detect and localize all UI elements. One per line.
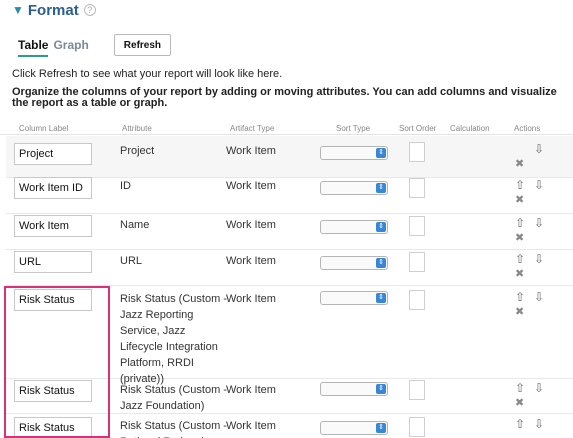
table-row: Project Work Item ⇕ ⇩ ✖ bbox=[6, 136, 573, 178]
attribute-value: Risk Status (Custom - Rational Rational bbox=[120, 420, 227, 438]
section-title: Format bbox=[27, 1, 79, 19]
delete-x-icon[interactable]: ✖ bbox=[515, 268, 524, 280]
artifact-type-value: Work Item bbox=[226, 180, 276, 192]
table-row: Name Work Item ⇕ ⇧ ⇩ ✖ bbox=[6, 214, 573, 250]
delete-x-icon[interactable]: ✖ bbox=[515, 397, 524, 409]
info-text: Click Refresh to see what your report wi… bbox=[12, 68, 283, 80]
down-arrow-icon[interactable]: ⇩ bbox=[534, 179, 544, 191]
sort-type-select[interactable]: ⇕ bbox=[320, 181, 388, 195]
column-header-sort-order: Sort Order bbox=[399, 124, 437, 133]
sort-order-input[interactable] bbox=[409, 252, 425, 272]
column-label-input[interactable] bbox=[14, 251, 92, 273]
sort-type-select[interactable]: ⇕ bbox=[320, 146, 388, 160]
column-header-calculation: Calculation bbox=[450, 124, 490, 133]
column-header-attribute: Attribute bbox=[122, 124, 152, 133]
column-header-artifact-type: Artifact Type bbox=[230, 124, 275, 133]
attribute-value: Risk Status (Custom - Jazz Foundation) bbox=[120, 384, 227, 412]
up-arrow-icon[interactable]: ⇧ bbox=[515, 382, 525, 394]
artifact-type-value: Work Item bbox=[226, 255, 276, 267]
sort-type-select[interactable]: ⇕ bbox=[320, 291, 388, 305]
up-arrow-icon[interactable]: ⇧ bbox=[515, 418, 525, 430]
down-arrow-icon[interactable]: ⇩ bbox=[534, 217, 544, 229]
column-label-input[interactable] bbox=[14, 177, 92, 199]
sort-order-input[interactable] bbox=[409, 142, 425, 162]
column-header-actions: Actions bbox=[514, 124, 541, 133]
view-tabs: Table Graph Refresh bbox=[18, 34, 172, 57]
select-chevron-icon: ⇕ bbox=[376, 384, 386, 394]
attribute-value: Risk Status (Custom - Jazz Reporting Ser… bbox=[120, 293, 227, 385]
select-chevron-icon: ⇕ bbox=[376, 222, 386, 232]
sort-type-select[interactable]: ⇕ bbox=[320, 382, 388, 396]
column-header-sort-type: Sort Type bbox=[336, 124, 371, 133]
help-icon[interactable]: ? bbox=[83, 4, 96, 16]
sort-type-select[interactable]: ⇕ bbox=[320, 421, 388, 435]
attribute-value: ID bbox=[120, 180, 131, 192]
down-arrow-icon[interactable]: ⇩ bbox=[534, 143, 544, 155]
sort-order-input[interactable] bbox=[409, 380, 425, 400]
select-chevron-icon: ⇕ bbox=[376, 148, 386, 158]
format-section-header[interactable]: ▼ Format ? bbox=[12, 0, 96, 20]
sort-order-input[interactable] bbox=[409, 417, 425, 437]
table-row: ID Work Item ⇕ ⇧ ⇩ ✖ bbox=[6, 177, 573, 214]
artifact-type-value: Work Item bbox=[226, 420, 276, 432]
attribute-value: URL bbox=[120, 255, 143, 267]
up-arrow-icon[interactable]: ⇧ bbox=[515, 217, 525, 229]
select-chevron-icon: ⇕ bbox=[376, 423, 386, 433]
down-arrow-icon[interactable]: ⇩ bbox=[534, 253, 544, 265]
refresh-button[interactable]: Refresh bbox=[113, 34, 172, 56]
triangle-down-icon[interactable]: ▼ bbox=[12, 3, 24, 17]
instructions-text: Organize the columns of your report by a… bbox=[12, 86, 557, 109]
down-arrow-icon[interactable]: ⇩ bbox=[534, 382, 544, 394]
down-arrow-icon[interactable]: ⇩ bbox=[534, 291, 544, 303]
attribute-value: Project bbox=[120, 145, 155, 157]
sort-order-input[interactable] bbox=[409, 290, 425, 310]
select-chevron-icon: ⇕ bbox=[376, 293, 386, 303]
delete-x-icon[interactable]: ✖ bbox=[515, 194, 524, 206]
table-row: URL Work Item ⇕ ⇧ ⇩ ✖ bbox=[6, 250, 573, 286]
column-label-input[interactable] bbox=[14, 143, 92, 165]
artifact-type-value: Work Item bbox=[226, 293, 276, 305]
artifact-type-value: Work Item bbox=[226, 384, 276, 396]
up-arrow-icon[interactable]: ⇧ bbox=[515, 179, 525, 191]
down-arrow-icon[interactable]: ⇩ bbox=[534, 418, 544, 430]
delete-x-icon[interactable]: ✖ bbox=[515, 232, 524, 244]
artifact-type-value: Work Item bbox=[226, 219, 276, 231]
sort-order-input[interactable] bbox=[409, 178, 425, 198]
up-arrow-icon[interactable]: ⇧ bbox=[515, 253, 525, 265]
up-arrow-icon[interactable]: ⇧ bbox=[515, 291, 525, 303]
tab-graph[interactable]: Graph bbox=[53, 38, 88, 52]
delete-x-icon[interactable]: ✖ bbox=[515, 306, 524, 318]
sort-order-input[interactable] bbox=[409, 216, 425, 236]
column-label-input[interactable] bbox=[14, 215, 92, 237]
select-chevron-icon: ⇕ bbox=[376, 183, 386, 193]
column-header-label: Column Label bbox=[19, 124, 69, 133]
select-chevron-icon: ⇕ bbox=[376, 258, 386, 268]
attribute-value: Name bbox=[120, 219, 150, 231]
sort-type-select[interactable]: ⇕ bbox=[320, 256, 388, 270]
highlight-box bbox=[4, 286, 110, 438]
tab-table[interactable]: Table bbox=[18, 38, 49, 57]
sort-type-select[interactable]: ⇕ bbox=[320, 220, 388, 234]
column-header-row: Column Label Attribute Artifact Type Sor… bbox=[0, 119, 573, 135]
artifact-type-value: Work Item bbox=[226, 145, 276, 157]
delete-x-icon[interactable]: ✖ bbox=[515, 158, 524, 170]
